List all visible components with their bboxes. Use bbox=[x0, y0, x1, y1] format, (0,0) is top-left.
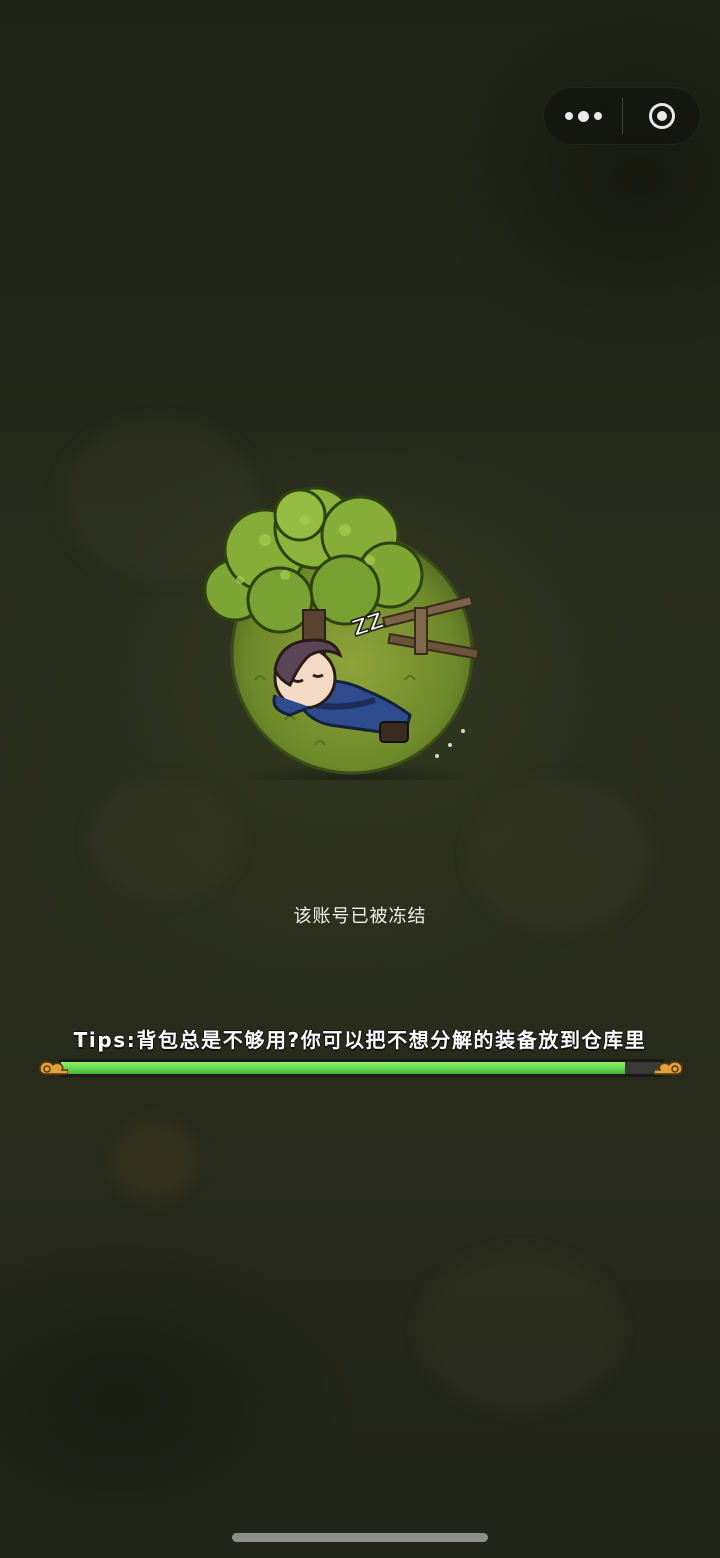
more-dots-icon bbox=[593, 112, 602, 120]
progress-fill bbox=[61, 1062, 625, 1074]
background-scenery bbox=[110, 1120, 200, 1200]
close-miniprogram-button[interactable] bbox=[623, 88, 700, 144]
more-dots-icon bbox=[564, 112, 573, 120]
more-dots-icon bbox=[577, 110, 589, 122]
target-close-icon bbox=[648, 103, 675, 129]
loading-progress-bar bbox=[36, 1057, 686, 1081]
cloud-ornament-icon bbox=[39, 1061, 68, 1075]
miniprogram-capsule bbox=[543, 87, 701, 145]
sleeping-character-illustration: ZZ bbox=[203, 486, 480, 780]
more-button[interactable] bbox=[544, 88, 622, 144]
account-frozen-message: 该账号已被冻结 bbox=[293, 906, 427, 927]
background-scenery bbox=[420, 1250, 620, 1410]
cloud-ornament-icon bbox=[654, 1061, 683, 1075]
game-loading-screen: ZZ 该账号已被冻结 Tips:背包总是不够用?你可以把不想分解的装备放到仓库里 bbox=[0, 0, 720, 1558]
progress-track bbox=[58, 1059, 664, 1077]
home-indicator[interactable] bbox=[232, 1533, 488, 1542]
loading-tip: Tips:背包总是不够用?你可以把不想分解的装备放到仓库里 bbox=[73, 1028, 647, 1052]
background-scenery bbox=[90, 780, 240, 900]
